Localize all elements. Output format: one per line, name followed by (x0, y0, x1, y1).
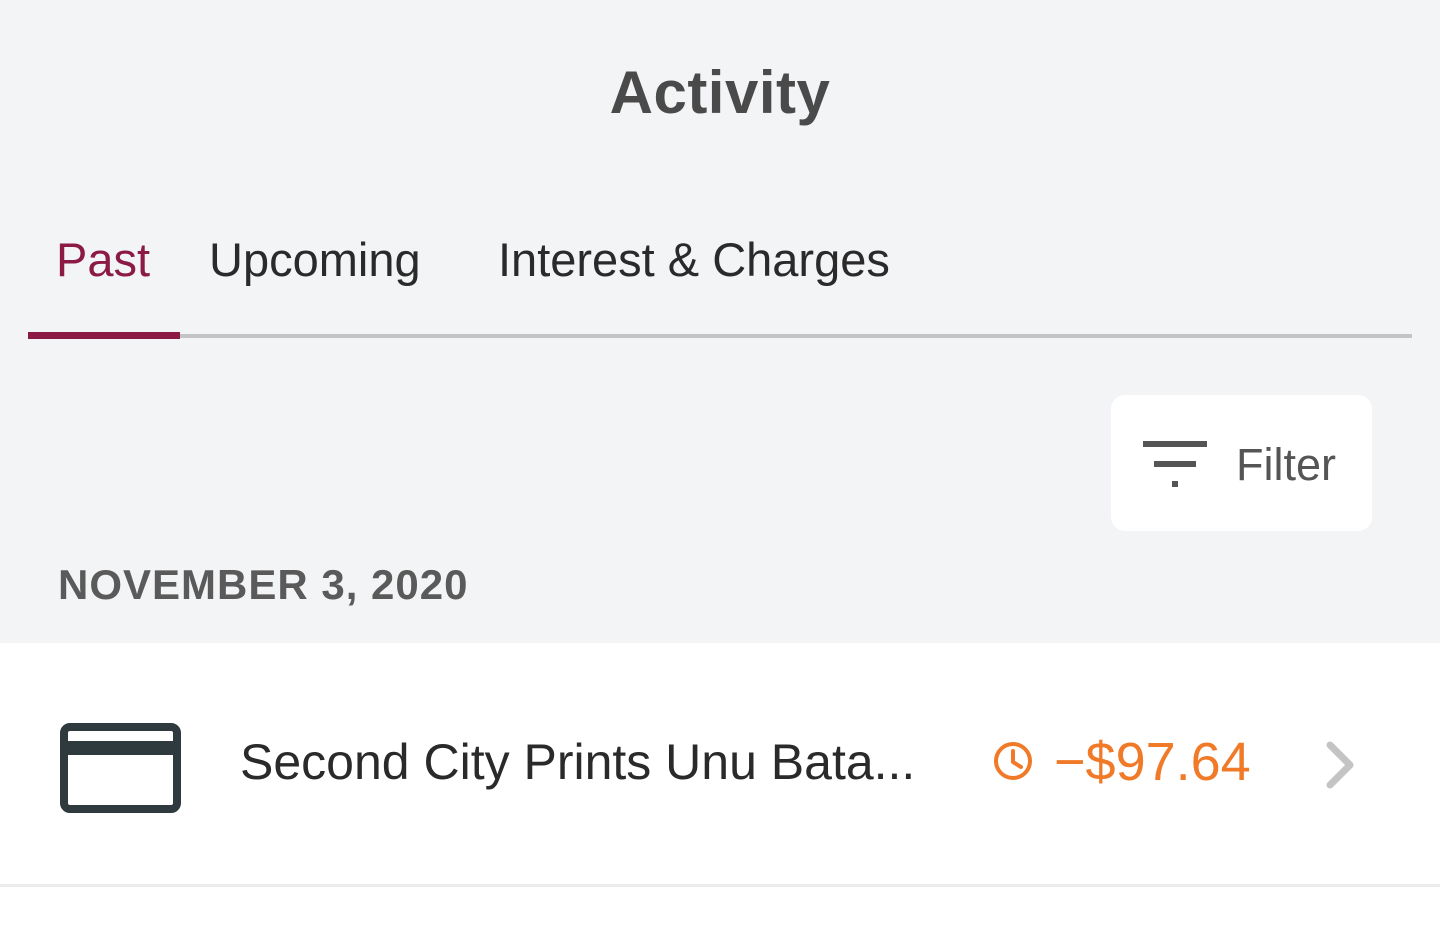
tab-divider (28, 334, 1412, 338)
filter-label: Filter (1236, 439, 1336, 490)
credit-card-icon (60, 723, 181, 813)
active-tab-indicator (28, 332, 180, 339)
transaction-merchant: Second City Prints Unu Bata... (240, 734, 916, 790)
transaction-amount: −$97.64 (1054, 732, 1251, 792)
date-group-header: NOVEMBER 3, 2020 (58, 561, 469, 608)
filter-icon (1143, 441, 1207, 487)
filter-button[interactable]: Filter (1111, 395, 1372, 531)
tab-upcoming[interactable]: Upcoming (209, 232, 421, 287)
tab-bar: Past Upcoming Interest & Charges (28, 222, 1412, 340)
tab-past[interactable]: Past (56, 232, 150, 287)
chevron-right-icon (1326, 741, 1354, 789)
tab-interest-charges[interactable]: Interest & Charges (498, 232, 890, 287)
page-title: Activity (609, 59, 831, 126)
clock-icon (994, 742, 1032, 780)
row-divider (0, 884, 1440, 887)
activity-header-area: Activity Past Upcoming Interest & Charge… (0, 0, 1440, 643)
transaction-row[interactable]: Second City Prints Unu Bata... −$97.64 (0, 643, 1440, 884)
